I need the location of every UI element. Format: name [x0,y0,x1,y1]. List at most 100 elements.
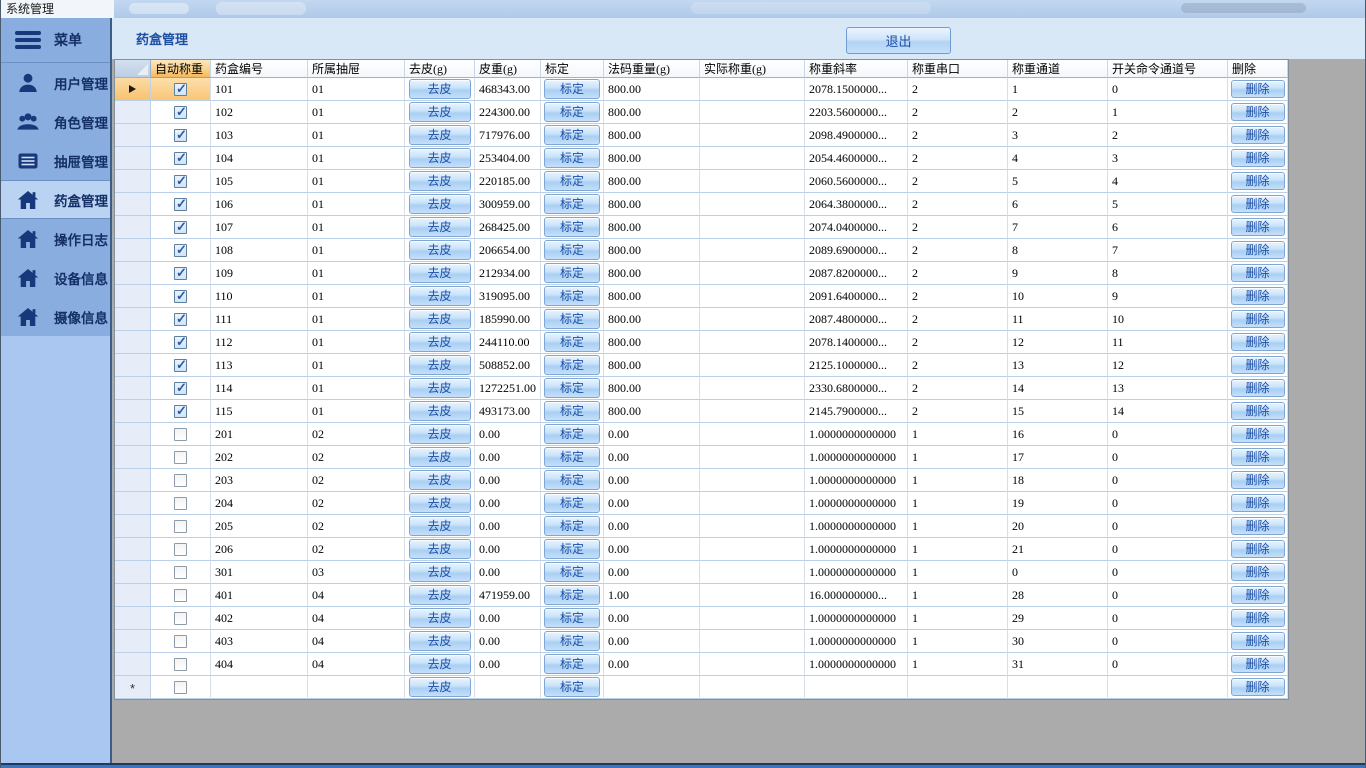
calibrate-button[interactable]: 标定 [544,217,600,237]
sidebar-item-药盒管理[interactable]: 药盒管理 [1,180,110,219]
tare-button[interactable]: 去皮 [409,240,471,260]
auto-weigh-checkbox[interactable] [174,451,187,464]
delete-button[interactable]: 删除 [1231,126,1285,144]
calibrate-button[interactable]: 标定 [544,194,600,214]
auto-weigh-checkbox[interactable] [174,612,187,625]
calibrate-button[interactable]: 标定 [544,539,600,559]
tare-button[interactable]: 去皮 [409,539,471,559]
column-header-去皮(g)[interactable]: 去皮(g) [405,60,475,78]
row-indicator[interactable] [115,446,151,469]
delete-button[interactable]: 删除 [1231,172,1285,190]
auto-weigh-checkbox[interactable] [174,520,187,533]
delete-button[interactable]: 删除 [1231,149,1285,167]
column-header-标定[interactable]: 标定 [541,60,604,78]
auto-weigh-checkbox[interactable] [174,175,187,188]
tare-button[interactable]: 去皮 [409,654,471,674]
delete-button[interactable]: 删除 [1231,80,1285,98]
calibrate-button[interactable]: 标定 [544,378,600,398]
row-indicator[interactable] [115,630,151,653]
calibrate-button[interactable]: 标定 [544,171,600,191]
delete-button[interactable]: 删除 [1231,494,1285,512]
calibrate-button[interactable]: 标定 [544,447,600,467]
column-header-称重斜率[interactable]: 称重斜率 [805,60,908,78]
calibrate-button[interactable]: 标定 [544,286,600,306]
tare-button[interactable]: 去皮 [409,102,471,122]
tare-button[interactable]: 去皮 [409,125,471,145]
calibrate-button[interactable]: 标定 [544,401,600,421]
calibrate-button[interactable]: 标定 [544,125,600,145]
delete-button[interactable]: 删除 [1231,448,1285,466]
tare-button[interactable]: 去皮 [409,263,471,283]
sidebar-item-用户管理[interactable]: 用户管理 [1,63,110,102]
tare-button[interactable]: 去皮 [409,424,471,444]
auto-weigh-checkbox[interactable] [174,474,187,487]
tare-button[interactable]: 去皮 [409,194,471,214]
delete-button[interactable]: 删除 [1231,655,1285,673]
column-header-所属抽屉[interactable]: 所属抽屉 [308,60,405,78]
auto-weigh-checkbox[interactable] [174,566,187,579]
delete-button[interactable]: 删除 [1231,632,1285,650]
column-header-称重串口[interactable]: 称重串口 [908,60,1008,78]
column-header-药盒编号[interactable]: 药盒编号 [211,60,308,78]
row-indicator[interactable] [115,377,151,400]
tare-button[interactable]: 去皮 [409,332,471,352]
auto-weigh-checkbox[interactable] [174,589,187,602]
delete-button[interactable]: 删除 [1231,218,1285,236]
auto-weigh-checkbox[interactable] [174,405,187,418]
delete-button[interactable]: 删除 [1231,609,1285,627]
row-indicator[interactable] [115,331,151,354]
tare-button[interactable]: 去皮 [409,148,471,168]
column-header-开关命令通道号[interactable]: 开关命令通道号 [1108,60,1228,78]
row-indicator[interactable] [115,262,151,285]
tare-button[interactable]: 去皮 [409,447,471,467]
delete-button[interactable]: 删除 [1231,471,1285,489]
exit-button[interactable]: 退出 [846,27,951,54]
calibrate-button[interactable]: 标定 [544,102,600,122]
sidebar-item-角色管理[interactable]: 角色管理 [1,102,110,141]
row-indicator[interactable] [115,216,151,239]
calibrate-button[interactable]: 标定 [544,470,600,490]
calibrate-button[interactable]: 标定 [544,677,600,697]
delete-button[interactable]: 删除 [1231,517,1285,535]
auto-weigh-checkbox[interactable] [174,543,187,556]
row-indicator[interactable] [115,492,151,515]
row-indicator[interactable] [115,285,151,308]
delete-button[interactable]: 删除 [1231,241,1285,259]
auto-weigh-checkbox[interactable] [174,313,187,326]
delete-button[interactable]: 删除 [1231,563,1285,581]
auto-weigh-checkbox[interactable] [174,336,187,349]
row-indicator[interactable] [115,515,151,538]
calibrate-button[interactable]: 标定 [544,608,600,628]
row-indicator[interactable] [115,423,151,446]
calibrate-button[interactable]: 标定 [544,309,600,329]
column-header-称重通道[interactable]: 称重通道 [1008,60,1108,78]
delete-button[interactable]: 删除 [1231,287,1285,305]
row-indicator[interactable] [115,308,151,331]
tare-button[interactable]: 去皮 [409,562,471,582]
auto-weigh-checkbox[interactable] [174,497,187,510]
tare-button[interactable]: 去皮 [409,516,471,536]
row-indicator[interactable] [115,469,151,492]
calibrate-button[interactable]: 标定 [544,654,600,674]
tare-button[interactable]: 去皮 [409,355,471,375]
tare-button[interactable]: 去皮 [409,608,471,628]
tare-button[interactable]: 去皮 [409,286,471,306]
row-indicator[interactable] [115,607,151,630]
auto-weigh-checkbox[interactable] [174,382,187,395]
select-all-cell[interactable] [115,60,151,78]
tare-button[interactable]: 去皮 [409,217,471,237]
row-indicator[interactable] [115,584,151,607]
auto-weigh-checkbox[interactable] [174,681,187,694]
row-indicator[interactable] [115,538,151,561]
tare-button[interactable]: 去皮 [409,677,471,697]
row-indicator[interactable] [115,354,151,377]
delete-button[interactable]: 删除 [1231,103,1285,121]
row-indicator[interactable]: * [115,676,151,699]
auto-weigh-checkbox[interactable] [174,428,187,441]
calibrate-button[interactable]: 标定 [544,148,600,168]
delete-button[interactable]: 删除 [1231,425,1285,443]
column-header-删除[interactable]: 删除 [1228,60,1288,78]
auto-weigh-checkbox[interactable] [174,106,187,119]
tare-button[interactable]: 去皮 [409,585,471,605]
tare-button[interactable]: 去皮 [409,493,471,513]
